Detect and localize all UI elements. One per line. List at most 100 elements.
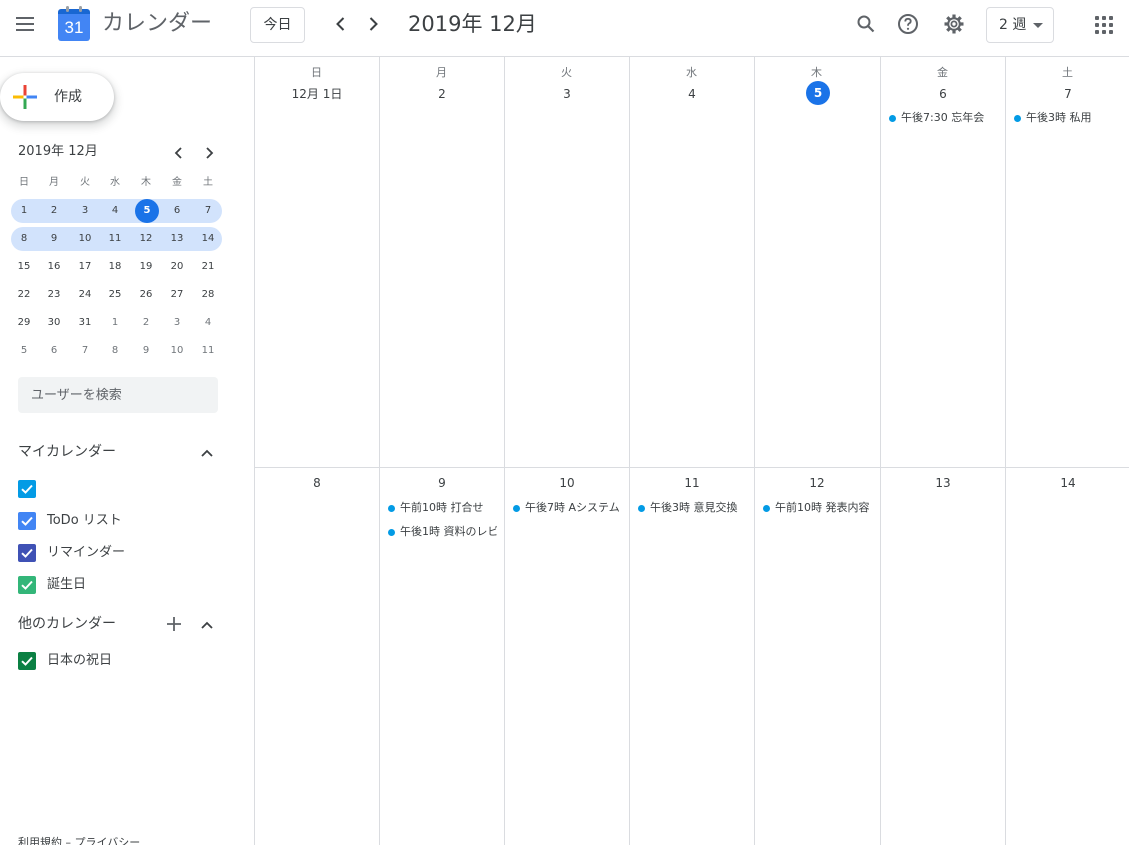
mini-day[interactable]: 15 (12, 255, 36, 279)
day-number[interactable]: 7 (1023, 82, 1113, 106)
mini-day[interactable]: 22 (12, 283, 36, 307)
view-selector[interactable]: 2 週 (986, 7, 1054, 43)
calendar-item-todo[interactable]: ToDo リスト (18, 511, 138, 531)
search-users-input[interactable] (18, 377, 218, 413)
mini-day[interactable]: 6 (165, 199, 189, 223)
mini-day[interactable]: 31 (73, 311, 97, 335)
mini-day[interactable]: 20 (165, 255, 189, 279)
mini-day[interactable]: 8 (12, 227, 36, 251)
footer-links[interactable]: 利用規約 – プライバシー (18, 834, 140, 845)
menu-icon[interactable] (16, 16, 36, 32)
mini-calendar-prev-button[interactable] (171, 145, 187, 161)
logo-day: 31 (58, 14, 90, 41)
mini-day[interactable]: 13 (165, 227, 189, 251)
mini-day[interactable]: 14 (196, 227, 220, 251)
event-chip[interactable]: 午前10時 打合せ (385, 499, 497, 517)
mini-day-today[interactable]: 5 (135, 199, 159, 223)
help-icon[interactable] (896, 12, 920, 36)
mini-day[interactable]: 24 (73, 283, 97, 307)
event-chip[interactable]: 午後7時 Aシステム (510, 499, 622, 517)
mini-day-other-month[interactable]: 2 (134, 311, 158, 335)
mini-day[interactable]: 9 (42, 227, 66, 251)
settings-icon[interactable] (942, 12, 966, 36)
other-calendars-title[interactable]: 他のカレンダー (18, 615, 116, 633)
checkbox-checked-icon[interactable] (18, 512, 36, 530)
weekday-header: 火 (561, 66, 572, 79)
mini-day[interactable]: 17 (73, 255, 97, 279)
mini-day[interactable]: 30 (42, 311, 66, 335)
mini-day-other-month[interactable]: 10 (165, 339, 189, 363)
next-period-button[interactable] (363, 14, 383, 34)
mini-day[interactable]: 3 (73, 199, 97, 223)
event-chip[interactable]: 午後3時 意見交換 (635, 499, 747, 517)
checkbox-checked-icon[interactable] (18, 480, 36, 498)
calendar-item-japan-holidays[interactable]: 日本の祝日 (18, 651, 138, 671)
mini-day[interactable]: 7 (196, 199, 220, 223)
checkbox-checked-icon[interactable] (18, 544, 36, 562)
mini-day[interactable]: 11 (103, 227, 127, 251)
chevron-up-icon[interactable] (199, 445, 215, 461)
calendar-item-reminders[interactable]: リマインダー (18, 543, 138, 563)
weekday-header: 土 (1062, 66, 1073, 79)
mini-day-other-month[interactable]: 6 (42, 339, 66, 363)
mini-day[interactable]: 4 (103, 199, 127, 223)
day-number[interactable]: 13 (898, 471, 988, 495)
previous-period-button[interactable] (331, 14, 351, 34)
mini-day-other-month[interactable]: 7 (73, 339, 97, 363)
mini-weekday: 日 (19, 177, 29, 188)
mini-day[interactable]: 16 (42, 255, 66, 279)
mini-day-other-month[interactable]: 4 (196, 311, 220, 335)
day-number[interactable]: 2 (397, 82, 487, 106)
apps-icon[interactable] (1095, 16, 1113, 34)
calendar-logo-icon[interactable]: 31 (58, 6, 90, 41)
mini-day[interactable]: 1 (12, 199, 36, 223)
app-title[interactable]: カレンダー (102, 10, 212, 38)
mini-day-other-month[interactable]: 11 (196, 339, 220, 363)
mini-day-other-month[interactable]: 8 (103, 339, 127, 363)
day-number[interactable]: 3 (522, 82, 612, 106)
event-chip[interactable]: 午後7:30 忘年会 (886, 109, 998, 127)
my-calendars-title[interactable]: マイカレンダー (18, 443, 116, 461)
mini-day[interactable]: 12 (134, 227, 158, 251)
day-number[interactable]: 12 (772, 471, 862, 495)
mini-day[interactable]: 26 (134, 283, 158, 307)
chevron-left-icon (336, 17, 345, 31)
day-number[interactable]: 9 (397, 471, 487, 495)
event-chip[interactable]: 午後3時 私用 (1011, 109, 1126, 127)
mini-day[interactable]: 27 (165, 283, 189, 307)
mini-day[interactable]: 23 (42, 283, 66, 307)
day-number[interactable]: 14 (1023, 471, 1113, 495)
mini-day[interactable]: 2 (42, 199, 66, 223)
day-number[interactable]: 8 (272, 471, 362, 495)
day-number[interactable]: 4 (647, 82, 737, 106)
day-number[interactable]: 11 (647, 471, 737, 495)
day-number[interactable]: 6 (898, 82, 988, 106)
chevron-up-icon[interactable] (199, 617, 215, 633)
checkbox-checked-icon[interactable] (18, 576, 36, 594)
mini-day-other-month[interactable]: 5 (12, 339, 36, 363)
day-number-today[interactable]: 5 (806, 81, 830, 105)
day-number[interactable]: 10 (522, 471, 612, 495)
event-chip[interactable]: 午前10時 発表内容 (760, 499, 872, 517)
mini-day[interactable]: 21 (196, 255, 220, 279)
mini-day[interactable]: 18 (103, 255, 127, 279)
event-title: 午後1時 資料のレビュー (400, 525, 497, 538)
mini-day[interactable]: 19 (134, 255, 158, 279)
mini-day[interactable]: 25 (103, 283, 127, 307)
mini-day[interactable]: 10 (73, 227, 97, 251)
mini-day-other-month[interactable]: 1 (103, 311, 127, 335)
add-calendar-icon[interactable] (165, 615, 183, 633)
checkbox-checked-icon[interactable] (18, 652, 36, 670)
calendar-item-default[interactable] (18, 479, 42, 499)
event-chip[interactable]: 午後1時 資料のレビュー (385, 523, 497, 541)
create-button[interactable]: 作成 (0, 73, 114, 121)
today-button[interactable]: 今日 (250, 7, 305, 43)
calendar-item-birthdays[interactable]: 誕生日 (18, 575, 118, 595)
mini-day-other-month[interactable]: 3 (165, 311, 189, 335)
day-number[interactable]: 12月 1日 (272, 82, 362, 106)
mini-day-other-month[interactable]: 9 (134, 339, 158, 363)
mini-calendar-next-button[interactable] (201, 145, 217, 161)
mini-day[interactable]: 29 (12, 311, 36, 335)
search-icon[interactable] (854, 12, 878, 36)
mini-day[interactable]: 28 (196, 283, 220, 307)
